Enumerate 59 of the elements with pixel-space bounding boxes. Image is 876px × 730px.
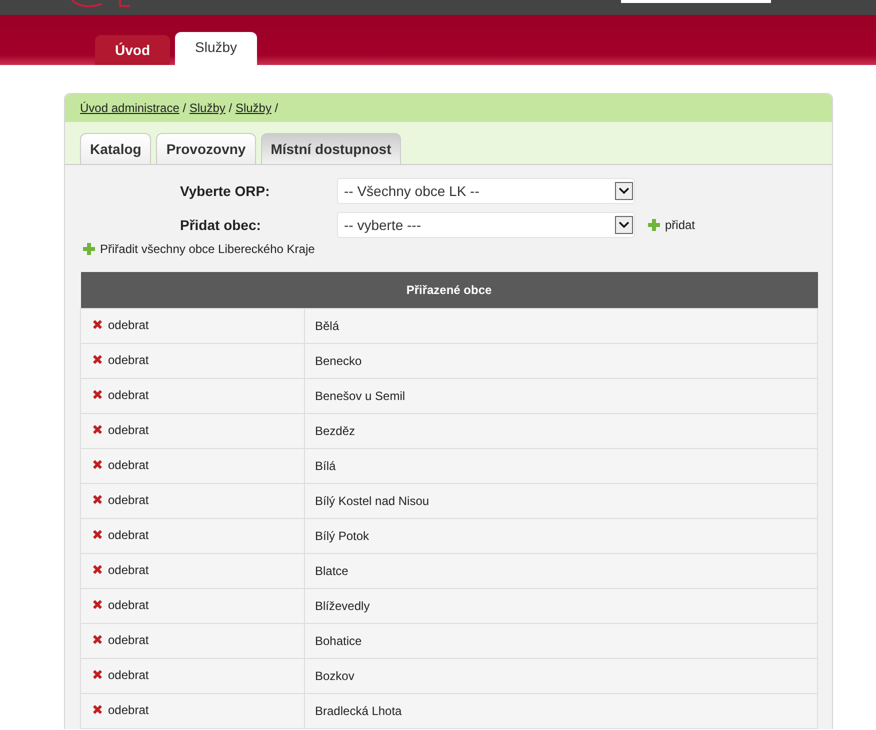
assign-all-link[interactable]: Přiřadit všechny obce Libereckého Kraje	[82, 242, 315, 256]
remove-link[interactable]: odebrat	[91, 388, 149, 402]
obec-select[interactable]: -- vyberte ---	[337, 212, 635, 238]
table-cell: Bílý Potok	[304, 518, 818, 554]
cross-icon	[91, 633, 104, 646]
tab[interactable]: Místní dostupnost	[260, 133, 402, 164]
table-header: Přiřazené obce	[80, 272, 818, 308]
cross-icon	[91, 703, 104, 716]
breadcrumb-link[interactable]: Služby	[235, 101, 272, 115]
cross-icon	[91, 528, 104, 542]
field-label: Vyberte ORP:	[179, 183, 271, 199]
table-cell: Bílý Kostel nad Nisou	[304, 484, 818, 518]
tab[interactable]: Provozovny	[156, 133, 256, 164]
remove-link[interactable]: odebrat	[91, 562, 149, 577]
remove-link[interactable]: odebrat	[91, 668, 149, 682]
plus-icon	[647, 218, 661, 232]
table-cell: Bezděz	[304, 414, 818, 448]
tab[interactable]: Katalog	[80, 133, 152, 164]
add-link[interactable]: přidat	[647, 218, 696, 232]
remove-link[interactable]: odebrat	[91, 422, 149, 437]
breadcrumb-link[interactable]: Služby	[189, 101, 226, 115]
cross-icon	[91, 318, 104, 332]
cross-icon	[91, 423, 104, 436]
remove-link[interactable]: odebrat	[91, 632, 149, 647]
remove-link[interactable]: odebrat	[91, 598, 149, 612]
table-cell: Benecko	[304, 344, 818, 378]
breadcrumb-link[interactable]: Úvod administrace	[80, 101, 180, 115]
nav-tab[interactable]: Služby	[175, 32, 258, 65]
table-cell: Blatce	[304, 554, 818, 588]
remove-link[interactable]: odebrat	[91, 528, 149, 542]
breadcrumb-separator: /	[228, 101, 234, 115]
remove-link[interactable]: odebrat	[91, 458, 149, 472]
cross-icon	[91, 388, 104, 402]
field-label: Přidat obec:	[179, 217, 262, 233]
cross-icon	[91, 668, 104, 682]
table-cell: Bělá	[304, 308, 818, 344]
table-cell: Bohatice	[304, 624, 818, 658]
table-cell: Bílá	[304, 448, 818, 484]
table-cell: Blíževedly	[304, 588, 818, 624]
breadcrumb-separator: /	[182, 101, 188, 115]
breadcrumb-separator: /	[274, 101, 278, 115]
remove-link[interactable]: odebrat	[91, 318, 149, 332]
cross-icon	[91, 353, 104, 366]
remove-link[interactable]: odebrat	[91, 702, 149, 717]
cross-icon	[91, 458, 104, 472]
remove-link[interactable]: odebrat	[91, 352, 149, 367]
chevron-down-icon	[615, 182, 633, 200]
cross-icon	[91, 493, 104, 506]
chevron-down-icon	[615, 216, 633, 234]
nav-tab[interactable]: Úvod	[95, 35, 170, 65]
table-cell: Bradlecká Lhota	[304, 694, 818, 728]
cross-icon	[91, 598, 104, 612]
remove-link[interactable]: odebrat	[91, 492, 149, 507]
plus-icon	[82, 242, 96, 256]
cross-icon	[91, 563, 104, 576]
table-cell: Benešov u Semil	[304, 378, 818, 414]
table-cell: Bozkov	[304, 658, 818, 694]
search-field[interactable]	[621, 0, 771, 3]
orp-select[interactable]: -- Všechny obce LK --	[337, 178, 635, 204]
